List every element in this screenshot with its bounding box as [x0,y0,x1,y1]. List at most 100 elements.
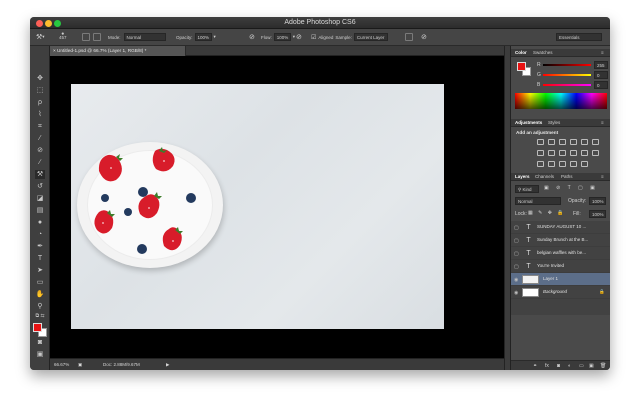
tab-adjustments[interactable]: Adjustments [515,120,542,126]
visibility-toggle[interactable]: ▢ [514,225,519,231]
trash-icon[interactable]: 🗑 [600,363,606,369]
adjustment-layer-icon[interactable]: ◐ [568,363,571,369]
green-slider[interactable] [543,74,591,76]
posterize-icon[interactable] [548,161,555,167]
flow-field[interactable]: 100% [273,33,291,41]
crop-tool-icon[interactable]: ⌗ [35,122,45,131]
quick-mask-icon[interactable]: ◙ [35,338,45,347]
tab-color[interactable]: Color [515,50,527,56]
opacity-field[interactable]: 100% [194,33,212,41]
status-icon[interactable]: ▣ [78,362,82,368]
status-menu-arrow-icon[interactable]: ▶ [166,362,169,368]
new-group-icon[interactable]: ▭ [579,363,584,369]
tab-layers[interactable]: Layers [515,174,530,180]
panel-menu-icon[interactable]: ≡ [601,50,604,56]
black-white-icon[interactable] [559,150,566,156]
tab-swatches[interactable]: Swatches [533,50,553,56]
color-lookup-icon[interactable] [592,150,599,156]
eye-icon[interactable]: ◉ [514,290,518,296]
aligned-checkbox[interactable]: ☑ [311,34,316,41]
tab-paths[interactable]: Paths [561,174,573,180]
visibility-toggle[interactable]: ▢ [514,264,519,270]
hand-tool-icon[interactable]: ✋ [35,290,45,299]
red-value[interactable]: 255 [594,61,608,69]
eraser-tool-icon[interactable]: ◪ [35,194,45,203]
gradient-tool-icon[interactable]: ▤ [35,206,45,215]
photo-filter-icon[interactable] [570,150,577,156]
vibrance-icon[interactable] [581,139,588,145]
lock-buttons[interactable]: ▦ ✎ ✥ 🔒 [528,210,566,216]
tool-preset-picker[interactable]: ⚒ ▾ [36,32,45,42]
new-layer-icon[interactable]: ▣ [589,363,594,369]
history-brush-tool-icon[interactable]: ↺ [35,182,45,191]
pen-tool-icon[interactable]: ✒ [35,242,45,251]
quick-selection-tool-icon[interactable]: ⌇ [35,110,45,119]
selective-color-icon[interactable] [570,161,577,167]
layer-row[interactable]: ▢ T You're Invited [511,260,610,273]
blur-tool-icon[interactable]: ● [35,218,45,227]
layer-row[interactable]: ▢ T SUNDAY AUGUST 10 ... [511,221,610,234]
type-tool-icon[interactable]: T [35,254,45,263]
color-spectrum-ramp[interactable] [515,93,607,109]
layer-style-icon[interactable]: fx [545,363,549,369]
foreground-color-swatch[interactable] [33,323,42,332]
brush-panel-toggle[interactable] [82,32,90,42]
tab-styles[interactable]: Styles [548,120,560,126]
blue-slider[interactable] [543,84,591,86]
blue-value[interactable]: 0 [594,81,608,89]
layer-mask-icon[interactable]: ◙ [557,363,560,369]
panel-menu-icon[interactable]: ≡ [601,120,604,126]
marquee-tool-icon[interactable]: ⬚ [35,86,45,95]
color-panel-foreground-swatch[interactable] [517,62,526,71]
lasso-tool-icon[interactable]: ρ [35,98,45,107]
threshold-icon[interactable] [559,161,566,167]
chevron-down-icon[interactable]: ▾ [214,34,216,40]
zoom-tool-icon[interactable]: ⚲ [35,302,45,311]
gradient-map-icon[interactable] [581,161,588,167]
clone-source-toggle[interactable] [93,32,101,42]
chevron-down-icon[interactable]: ▾ [293,34,295,40]
screen-mode-icon[interactable]: ▣ [35,350,45,359]
visibility-toggle[interactable]: ▢ [514,238,519,244]
gradient-adjust-icon[interactable] [592,139,599,145]
green-value[interactable]: 0 [594,71,608,79]
healing-brush-tool-icon[interactable]: ⊘ [35,146,45,155]
link-layers-icon[interactable]: ⚭ [533,363,537,369]
airbrush-button[interactable]: ⊘ [296,32,302,42]
panel-menu-icon[interactable]: ≡ [601,174,604,180]
brightness-contrast-icon[interactable] [537,139,544,145]
tab-channels[interactable]: Channels [535,174,554,180]
levels-icon[interactable] [548,139,555,145]
red-slider[interactable] [543,64,591,66]
color-balance-icon[interactable] [548,150,555,156]
mode-select[interactable]: Normal [123,33,166,41]
zoom-level[interactable]: 66.67% [54,362,69,367]
default-colors-icon[interactable]: ⧉ ⇆ [35,312,45,321]
document-tab[interactable]: × Untitled-1.psd @ 66.7% (Layer 1, RGB/8… [50,46,186,56]
channel-mixer-icon[interactable] [581,150,588,156]
visibility-toggle[interactable]: ▢ [514,251,519,257]
layer-opacity-field[interactable]: 100% [589,197,606,205]
invert-icon[interactable] [537,161,544,167]
exposure-icon[interactable] [570,139,577,145]
dodge-tool-icon[interactable]: ◔ [35,230,45,239]
clone-stamp-tool-icon[interactable]: ⚒ [35,170,45,179]
eye-icon[interactable]: ◉ [514,277,518,283]
hue-saturation-icon[interactable] [537,150,544,156]
sample-select[interactable]: Current Layer [353,33,388,41]
layer-filter-kind[interactable]: ⚲ Kind [515,185,539,193]
layer-row-selected[interactable]: ◉ Layer 1 [511,273,610,286]
shape-tool-icon[interactable]: ▭ [35,278,45,287]
brush-tool-icon[interactable]: ∕ [35,158,45,167]
layer-row[interactable]: ▢ T Sunday Brunch at the B... [511,234,610,247]
brush-preset-picker[interactable]: ● 457 [59,32,67,42]
pressure-size-button[interactable]: ⊘ [421,32,427,42]
path-selection-tool-icon[interactable]: ➤ [35,266,45,275]
curves-icon[interactable] [559,139,566,145]
fill-field[interactable]: 100% [589,210,606,218]
move-tool-icon[interactable]: ✥ [35,74,45,83]
pressure-opacity-button[interactable]: ⊘ [249,32,255,42]
layer-row[interactable]: ▢ T belgian waffles with be... [511,247,610,260]
layer-row[interactable]: ◉ Background 🔒 [511,286,610,299]
blend-mode-select[interactable]: Normal [515,197,561,205]
